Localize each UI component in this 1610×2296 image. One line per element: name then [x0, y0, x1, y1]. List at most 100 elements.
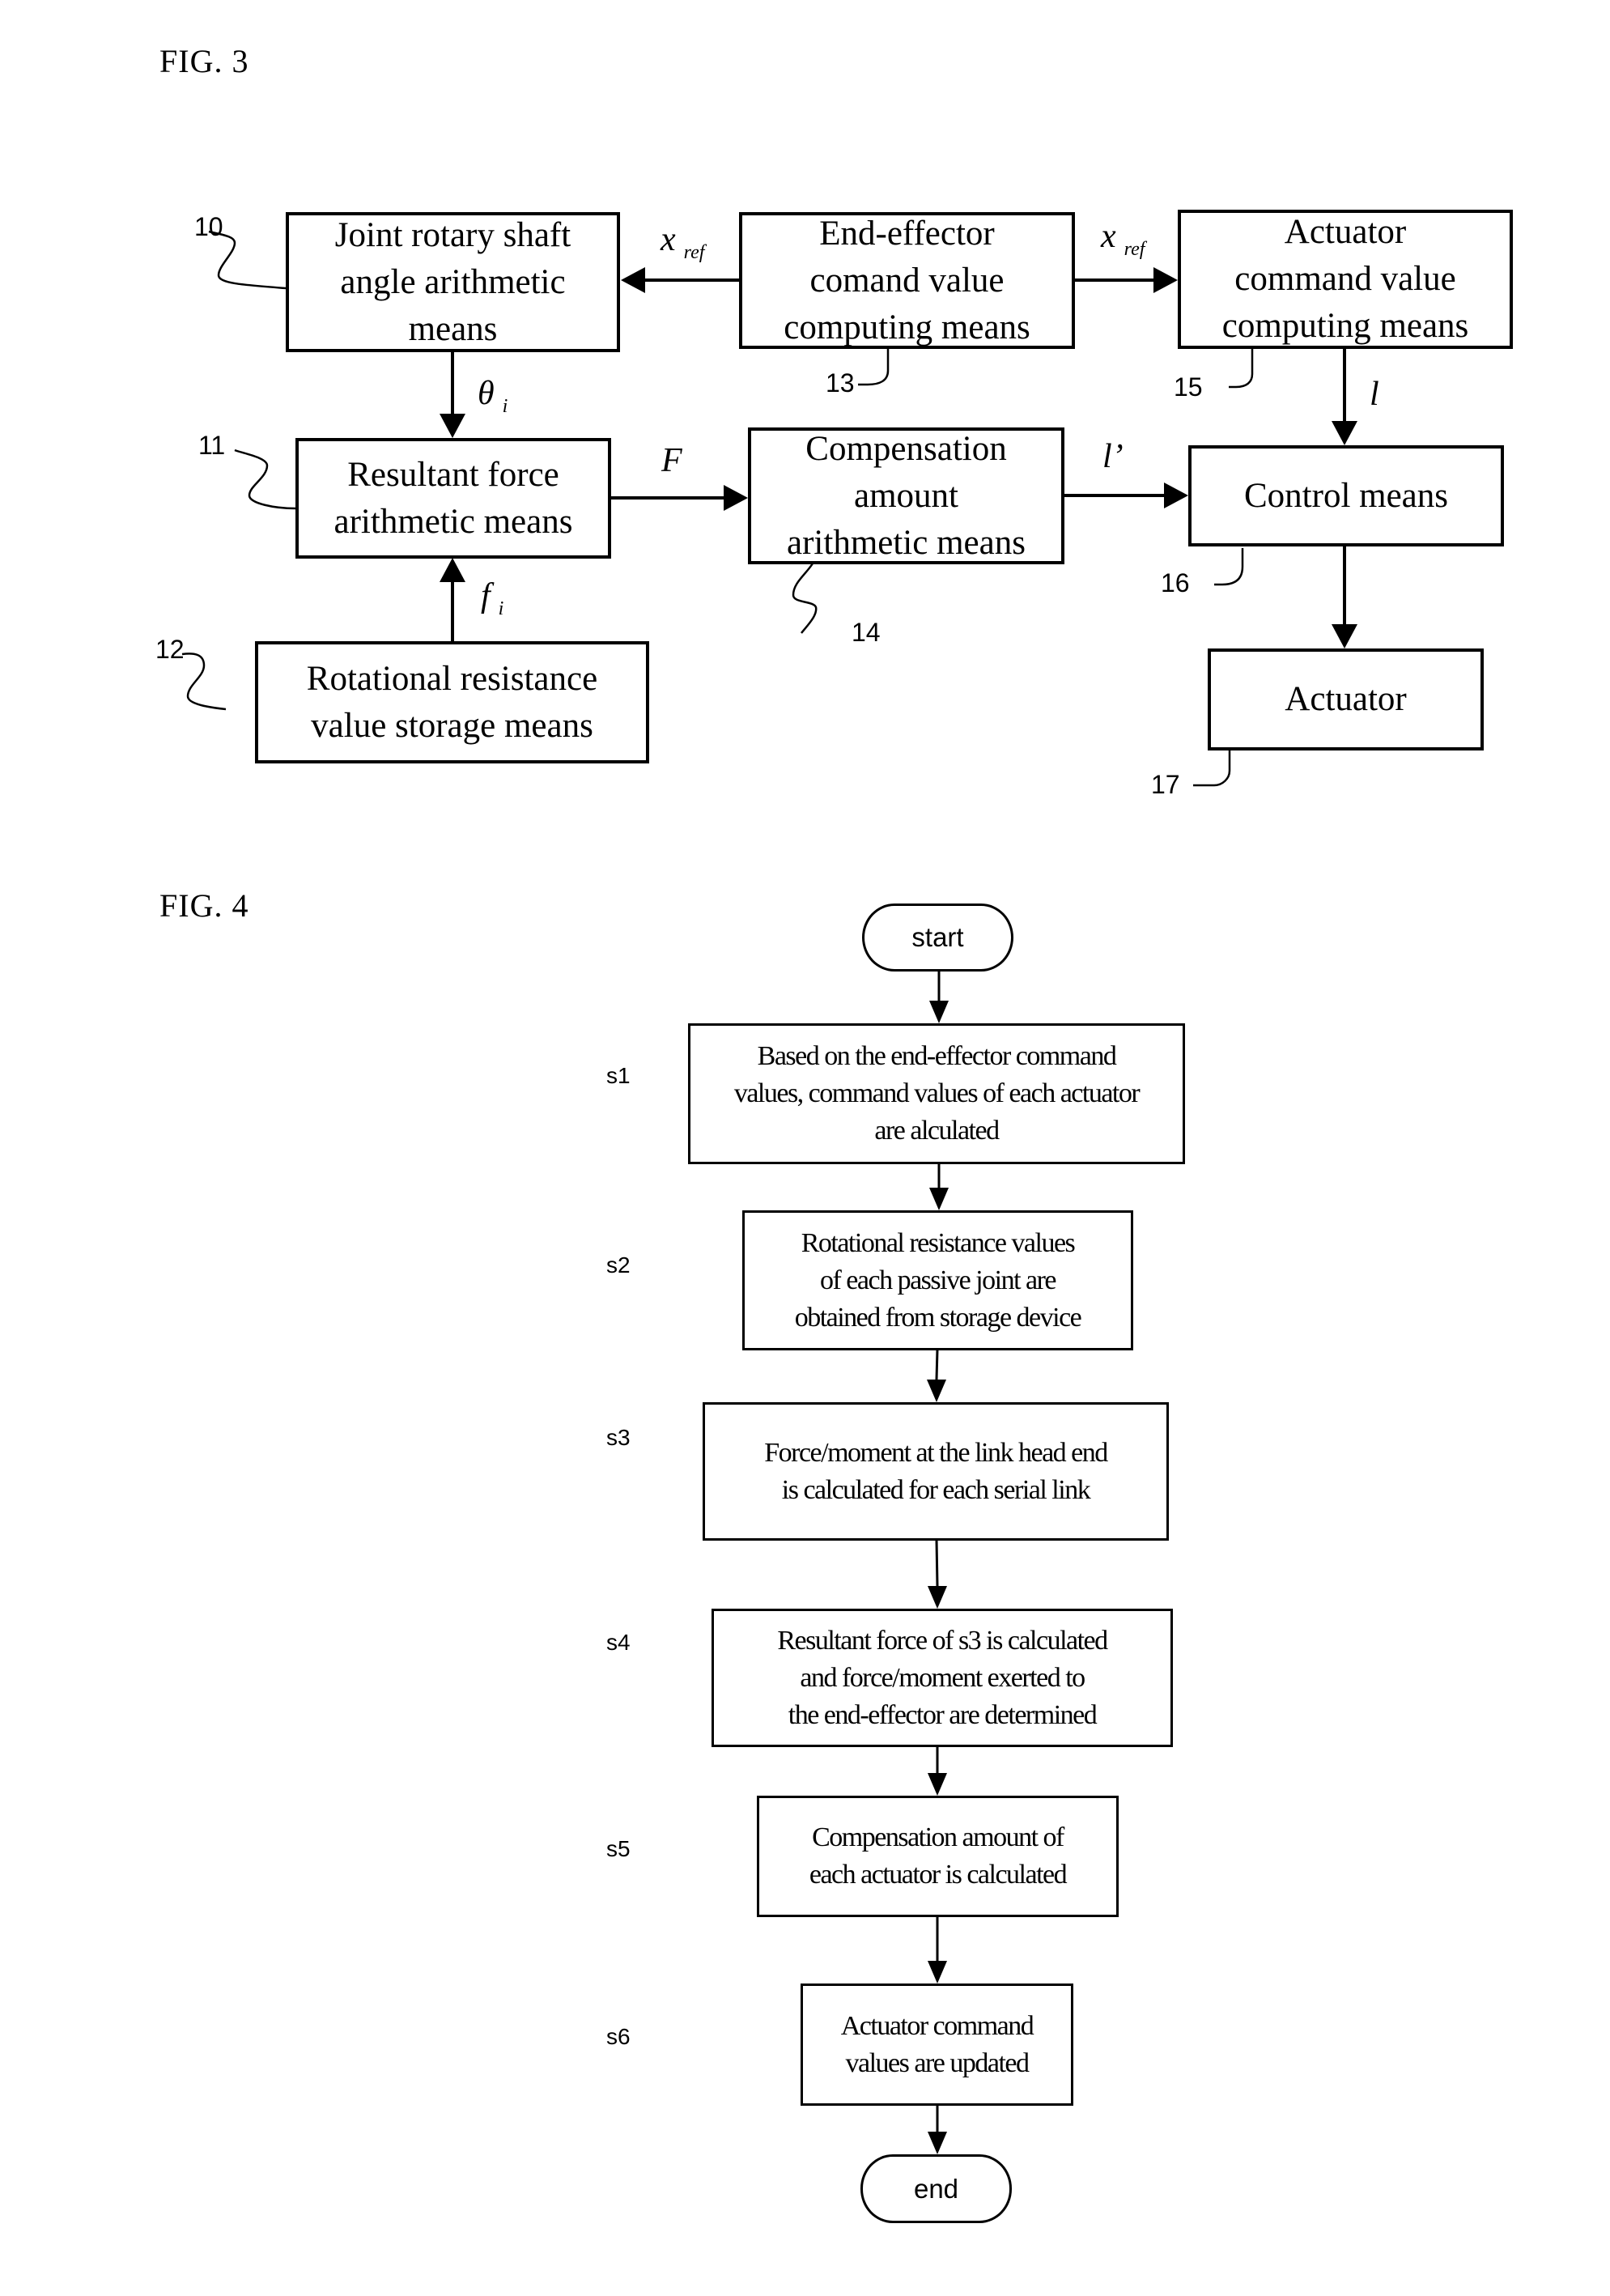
block-text-line: End-effector	[819, 214, 995, 253]
step-text-line: values are updated	[845, 2047, 1030, 2078]
flow-step-s2: Rotational resistance values of each pas…	[742, 1210, 1133, 1350]
leader-17	[1193, 750, 1231, 787]
block-text-line: Resultant force	[347, 455, 559, 494]
leader-11	[234, 449, 296, 510]
step-text-line: is calculated for each serial link	[781, 1474, 1091, 1505]
flow-step-s1: Based on the end-effector command values…	[688, 1023, 1185, 1164]
step-text-line: each actuator is calculated	[809, 1860, 1068, 1890]
flow-step-s6: Actuator command values are updated	[801, 1983, 1073, 2106]
signal-label-xref-right: x ref	[1101, 217, 1145, 261]
leader-14	[792, 563, 818, 634]
signal-label-theta-i: θi	[478, 374, 508, 418]
block-text-line: Actuator	[1284, 213, 1407, 251]
ref-numeral-14: 14	[852, 618, 881, 647]
arrowhead-into-15	[1153, 267, 1178, 293]
block-text-line: means	[408, 309, 498, 348]
block-actuator: Actuator	[1208, 648, 1484, 750]
arrowhead-into-17	[1332, 624, 1357, 648]
arrowhead-into-11-top	[440, 414, 465, 438]
leader-16	[1214, 548, 1244, 586]
ref-numeral-17: 17	[1151, 770, 1180, 799]
signal-label-l-prime: l’	[1102, 438, 1124, 475]
figure-4-title: FIG. 4	[159, 887, 249, 924]
arrowhead-into-s2	[929, 1188, 949, 1210]
block-text-line: arithmetic means	[333, 502, 573, 541]
block-text-line: computing means	[1221, 307, 1469, 345]
ref-numeral-11: 11	[198, 431, 226, 460]
step-label-s2: s2	[606, 1252, 631, 1278]
step-label-s5: s5	[606, 1836, 631, 1861]
block-text-line: angle arithmetic	[340, 262, 566, 301]
step-text-line: the end-effector are determined	[788, 1699, 1098, 1730]
flow-start-terminal: start	[862, 904, 1013, 972]
arrowhead-into-s1	[929, 1001, 949, 1023]
block-end-effector-command-value-computing: End-effector comand value computing mean…	[739, 212, 1075, 349]
signal-symbol: x	[661, 221, 676, 258]
block-text-line: comand value	[809, 261, 1005, 300]
block-text-line: computing means	[784, 308, 1030, 347]
arrowhead-into-16-left	[1164, 483, 1188, 508]
leader-13	[858, 348, 890, 386]
step-text-line: are alculated	[874, 1116, 1000, 1146]
block-text-line: Actuator	[1285, 680, 1407, 718]
step-text-line: Based on the end-effector command	[757, 1041, 1117, 1071]
step-label-s1: s1	[606, 1063, 631, 1088]
signal-symbol: x	[1101, 218, 1116, 255]
step-text-line: of each passive joint are	[819, 1265, 1057, 1295]
arrowhead-into-s4	[928, 1586, 947, 1609]
block-text-line: Joint rotary shaft	[334, 215, 571, 254]
block-text-line: value storage means	[311, 706, 593, 745]
leader-12	[181, 653, 227, 711]
block-text-line: Rotational resistance	[306, 659, 598, 698]
flow-step-s5: Compensation amount of each actuator is …	[757, 1796, 1119, 1917]
signal-symbol: θ	[478, 375, 495, 412]
step-text-line: Compensation amount of	[812, 1822, 1064, 1852]
block-compensation-amount-arithmetic: Compensation amount arithmetic means	[748, 427, 1064, 564]
block-text-line: Compensation	[805, 429, 1007, 468]
step-text-line: obtained from storage device	[794, 1302, 1082, 1333]
signal-label-F: F	[661, 442, 682, 479]
flow-end-terminal: end	[860, 2154, 1012, 2223]
ref-numeral-10: 10	[194, 212, 223, 241]
step-text-line: Actuator command	[840, 2010, 1034, 2041]
arrowhead-into-s3	[927, 1380, 946, 1402]
ref-numeral-13: 13	[826, 368, 855, 398]
ref-numeral-15: 15	[1174, 372, 1203, 402]
block-text-line: Control means	[1244, 476, 1448, 515]
ref-numeral-16: 16	[1161, 568, 1190, 597]
signal-subscript: ref	[683, 242, 705, 263]
arrowhead-into-11-bottom	[440, 558, 465, 582]
arrowhead-into-end	[928, 2132, 947, 2154]
arrowhead-into-s5	[928, 1773, 947, 1796]
signal-label-f-i: fi	[481, 576, 503, 620]
arrowhead-into-10	[621, 267, 645, 293]
figure-3-title: FIG. 3	[159, 43, 249, 79]
step-label-s4: s4	[606, 1630, 631, 1655]
step-label-s6: s6	[606, 2024, 631, 2049]
step-text-line: values, command values of each actuator	[733, 1078, 1141, 1108]
block-text-line: command value	[1234, 260, 1456, 298]
block-actuator-command-value-computing: Actuator command value computing means	[1178, 210, 1513, 349]
step-text-line: Resultant force of s3 is calculated	[777, 1625, 1108, 1656]
arrowhead-into-14	[724, 485, 748, 511]
flow-step-s4: Resultant force of s3 is calculated and …	[712, 1609, 1173, 1747]
block-rotational-resistance-value-storage: Rotational resistance value storage mean…	[255, 641, 649, 763]
leader-15	[1229, 348, 1254, 389]
ref-numeral-12: 12	[155, 635, 185, 664]
signal-label-l: l	[1370, 376, 1379, 413]
block-text-line: arithmetic means	[787, 523, 1026, 562]
arrowhead-into-s6	[928, 1961, 947, 1983]
signal-subscript: ref	[1124, 239, 1145, 260]
block-resultant-force-arithmetic: Resultant force arithmetic means	[295, 438, 611, 559]
block-text-line: amount	[854, 476, 958, 515]
block-joint-rotary-shaft-angle-arithmetic: Joint rotary shaft angle arithmetic mean…	[286, 212, 620, 352]
signal-symbol: f	[481, 577, 491, 614]
signal-subscript: i	[502, 396, 508, 417]
signal-subscript: i	[498, 598, 504, 619]
step-text-line: Rotational resistance values	[801, 1227, 1076, 1258]
flow-step-s3: Force/moment at the link head end is cal…	[703, 1402, 1169, 1541]
step-text-line: and force/moment exerted to	[800, 1662, 1085, 1693]
step-label-s3: s3	[606, 1425, 631, 1450]
signal-label-xref-left: x ref	[661, 220, 704, 264]
block-control-means: Control means	[1188, 445, 1504, 546]
